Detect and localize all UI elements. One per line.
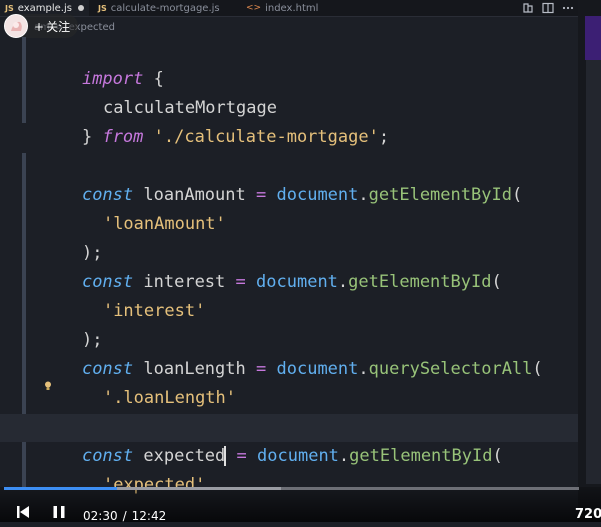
avatar-illustration-icon [5,15,27,37]
js-file-icon: JS [5,3,14,13]
code-line: const loanLength = document.querySelecto… [81,359,543,379]
split-editor-icon[interactable] [542,2,554,14]
video-controls: 02:30/12:42 720 [0,487,601,523]
js-file-icon: JS [98,3,107,13]
code-line: ); [0,472,578,487]
plus-icon: + [34,19,45,34]
code-line: ); [81,330,103,350]
code-line: } from './calculate-mortgage'; [81,127,390,147]
follow-button[interactable]: + 关注 [4,14,79,38]
editor-tab-bar: JS example.js JS calculate-mortgage.js <… [0,0,578,17]
playback-time: 02:30/12:42 [83,509,167,523]
vertical-scrollbar[interactable] [566,37,583,487]
code-line: calculateMortgage [102,98,277,118]
code-line: '.loanLength' [102,388,237,408]
code-line: import { [81,69,164,89]
unsaved-dot-icon [77,5,84,11]
tab-calculate-mortgage-js[interactable]: JS calculate-mortgage.js [98,0,220,16]
duration: 12:42 [131,509,167,523]
code-line: 'loanAmount' [102,214,226,234]
pause-icon[interactable] [52,505,66,519]
code-line: ); [0,385,578,437]
progress-played [4,487,117,490]
breadcrumb: am > expected [0,17,578,37]
current-time: 02:30 [83,509,118,523]
code-line-current: const expected = document.getElementById… [0,414,578,466]
editor-actions [522,1,574,15]
code-line: const interest = document.getElementById… [81,272,502,292]
lightbulb-icon[interactable] [44,381,52,391]
side-panel [586,54,601,484]
tab-label: index.html [265,2,319,14]
side-panel-strip [578,0,601,522]
avatar[interactable] [4,14,28,38]
compare-changes-icon[interactable] [522,2,534,14]
previous-icon[interactable] [16,505,30,519]
more-actions-icon[interactable] [562,2,574,14]
html-file-icon: <> [246,3,262,13]
accent-block [585,16,601,60]
code-editor[interactable]: import { calculateMortgage } from './cal… [0,37,578,495]
tab-label: example.js [17,2,72,14]
quality-selector[interactable]: 720 [575,507,601,522]
code-line: const loanAmount = document.getElementBy… [81,185,523,205]
code-line: 'expected' [102,475,206,495]
code-line: ); [81,243,103,263]
follow-label: + 关注 [34,19,71,34]
tab-label: calculate-mortgage.js [110,2,220,14]
code-line: 'interest' [102,301,206,321]
tab-index-html[interactable]: <> index.html [246,0,318,16]
